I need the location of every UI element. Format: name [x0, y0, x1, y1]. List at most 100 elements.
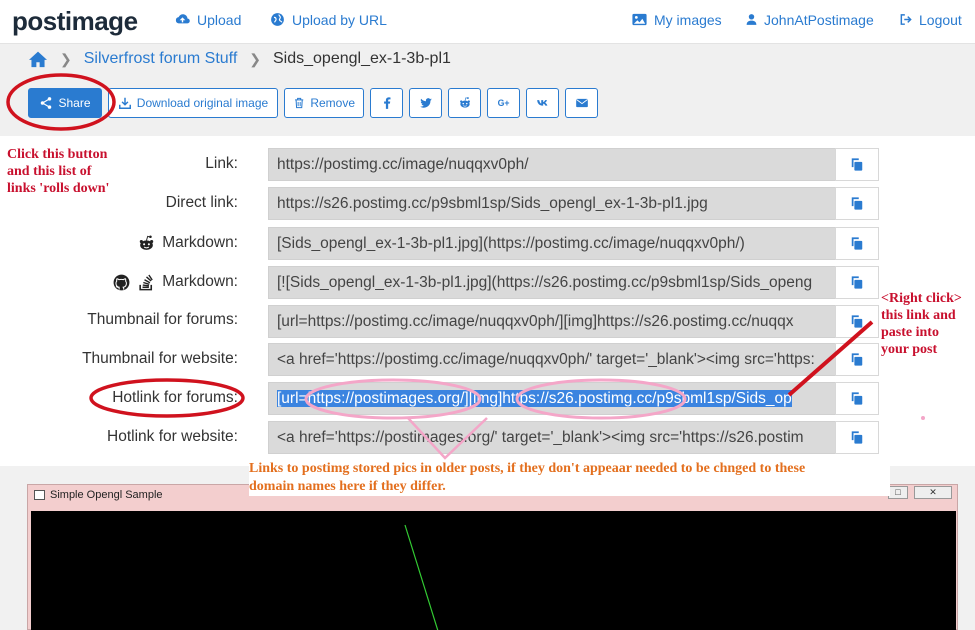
copy-direct-link-button[interactable]: [835, 187, 879, 220]
copy-hotlink-forums-button[interactable]: [835, 382, 879, 415]
markdown-github-label: Markdown:: [162, 273, 238, 290]
my-images-link[interactable]: My images: [631, 11, 722, 28]
hotlink-website-value: <a href='https://postimages.org/' target…: [277, 429, 804, 446]
right-click-note-line-3: paste into: [881, 325, 939, 340]
share-note-line-3: links 'rolls down': [7, 181, 110, 196]
logout-link[interactable]: Logout: [899, 11, 962, 28]
svg-text:G+: G+: [497, 98, 509, 108]
thumbnail-website-field[interactable]: <a href='https://postimg.cc/image/nuqqxv…: [268, 343, 836, 376]
download-label: Download original image: [136, 96, 269, 110]
copy-icon: [851, 315, 863, 328]
thumbnail-website-label: Thumbnail for website:: [82, 350, 238, 367]
trash-icon: [295, 97, 304, 109]
right-click-note-line-2: this link and: [881, 308, 956, 323]
markdown-reddit-value: [Sids_opengl_ex-1-3b-pl1.jpg](https://po…: [277, 235, 745, 252]
breadcrumb-folder-link[interactable]: Silverfrost forum Stuff: [84, 50, 238, 68]
share-label: Share: [58, 96, 91, 110]
direct-link-field[interactable]: https://s26.postimg.cc/p9sbml1sp/Sids_op…: [268, 187, 836, 220]
copy-icon: [851, 158, 863, 171]
top-navbar: postimage Upload Upload by URL My images…: [0, 0, 975, 44]
breadcrumb: ❯ Silverfrost forum Stuff ❯ Sids_opengl_…: [28, 50, 451, 68]
share-note-line-2: and this list of: [7, 164, 92, 179]
download-original-button[interactable]: Download original image: [108, 88, 278, 118]
user-link[interactable]: JohnAtPostimage: [745, 11, 874, 28]
thumbnail-forums-value: [url=https://postimg.cc/image/nuqqxv0ph/…: [277, 313, 794, 330]
hotlink-website-label: Hotlink for website:: [107, 428, 238, 445]
window-title: Simple Opengl Sample: [50, 489, 163, 501]
preview-image: Simple Opengl Sample □ ✕: [27, 484, 958, 630]
share-note-line-1: Click this button: [7, 147, 108, 162]
green-line-graphic: [404, 524, 439, 630]
postimage-logo[interactable]: postimage: [12, 6, 138, 37]
chevron-right-icon: ❯: [60, 50, 72, 67]
remove-label: Remove: [310, 96, 355, 110]
thumbnail-website-label-row: Thumbnail for website:: [40, 341, 238, 377]
upload-link[interactable]: Upload: [174, 11, 241, 28]
user-icon: [746, 14, 757, 25]
chevron-right-icon: ❯: [249, 50, 261, 67]
reddit-icon: [459, 97, 470, 108]
hotlink-website-field[interactable]: <a href='https://postimages.org/' target…: [268, 421, 836, 454]
copy-icon: [851, 431, 863, 444]
markdown-github-label-row: Markdown:: [40, 264, 238, 300]
domain-note-line-1: Links to postimg stored pics in older po…: [249, 461, 806, 476]
right-click-note-line-4: your post: [881, 342, 938, 357]
share-facebook-button[interactable]: [370, 88, 403, 118]
hotlink-forums-value: [url=https://postimages.org/][img]https:…: [277, 390, 792, 407]
stack-overflow-icon: [139, 274, 153, 290]
upload-by-url-link[interactable]: Upload by URL: [269, 11, 387, 28]
home-icon[interactable]: [28, 50, 48, 68]
globe-icon: [271, 13, 284, 26]
copy-thumbnail-forums-button[interactable]: [835, 305, 879, 338]
copy-markdown-reddit-button[interactable]: [835, 227, 879, 260]
logout-label: Logout: [919, 11, 962, 28]
breadcrumb-current: Sids_opengl_ex-1-3b-pl1: [273, 50, 451, 67]
github-icon: [113, 274, 130, 290]
thumbnail-forums-field[interactable]: [url=https://postimg.cc/image/nuqqxv0ph/…: [268, 305, 836, 338]
share-email-button[interactable]: [565, 88, 598, 118]
window-close-icon: ✕: [914, 486, 952, 499]
markdown-reddit-label-row: Markdown:: [40, 225, 238, 261]
direct-link-label: Direct link:: [165, 194, 238, 211]
copy-icon: [851, 197, 863, 210]
link-value: https://postimg.cc/image/nuqqxv0ph/: [277, 156, 529, 173]
reddit-icon: [139, 235, 154, 250]
hotlink-forums-label: Hotlink for forums:: [112, 389, 238, 406]
hotlink-website-label-row: Hotlink for website:: [40, 419, 238, 455]
markdown-reddit-field[interactable]: [Sids_opengl_ex-1-3b-pl1.jpg](https://po…: [268, 227, 836, 260]
markdown-reddit-label: Markdown:: [162, 234, 238, 251]
hotlink-forums-field[interactable]: [url=https://postimages.org/][img]https:…: [268, 382, 836, 415]
markdown-github-value: [![Sids_opengl_ex-1-3b-pl1.jpg](https://…: [277, 274, 813, 291]
cloud-upload-icon: [175, 14, 190, 24]
share-icon: [41, 97, 52, 109]
markdown-github-field[interactable]: [![Sids_opengl_ex-1-3b-pl1.jpg](https://…: [268, 266, 836, 299]
thumbnail-website-value: <a href='https://postimg.cc/image/nuqqxv…: [277, 351, 815, 368]
share-twitter-button[interactable]: [409, 88, 442, 118]
my-images-label: My images: [654, 11, 722, 28]
copy-markdown-github-button[interactable]: [835, 266, 879, 299]
vk-icon: [536, 100, 547, 106]
upload-by-url-label: Upload by URL: [292, 11, 387, 28]
sign-out-icon: [900, 14, 912, 25]
share-google-plus-button[interactable]: G+: [487, 88, 520, 118]
copy-icon: [851, 276, 863, 289]
direct-link-value: https://s26.postimg.cc/p9sbml1sp/Sids_op…: [277, 195, 708, 212]
email-icon: [575, 98, 588, 108]
google-plus-icon: G+: [497, 98, 509, 108]
image-toolbar: Share Download original image Remove G+: [28, 88, 598, 118]
copy-icon: [851, 392, 863, 405]
download-icon: [118, 97, 131, 109]
copy-icon: [851, 237, 863, 250]
share-reddit-button[interactable]: [448, 88, 481, 118]
copy-thumbnail-website-button[interactable]: [835, 343, 879, 376]
share-vk-button[interactable]: [526, 88, 559, 118]
window-app-icon: [34, 490, 45, 500]
share-button[interactable]: Share: [28, 88, 102, 118]
domain-note-line-2: domain names here if they differ.: [249, 479, 446, 494]
copy-hotlink-website-button[interactable]: [835, 421, 879, 454]
copy-link-button[interactable]: [835, 148, 879, 181]
username-label: JohnAtPostimage: [764, 11, 874, 28]
remove-button[interactable]: Remove: [284, 88, 364, 118]
image-icon: [632, 13, 647, 26]
link-field[interactable]: https://postimg.cc/image/nuqqxv0ph/: [268, 148, 836, 181]
